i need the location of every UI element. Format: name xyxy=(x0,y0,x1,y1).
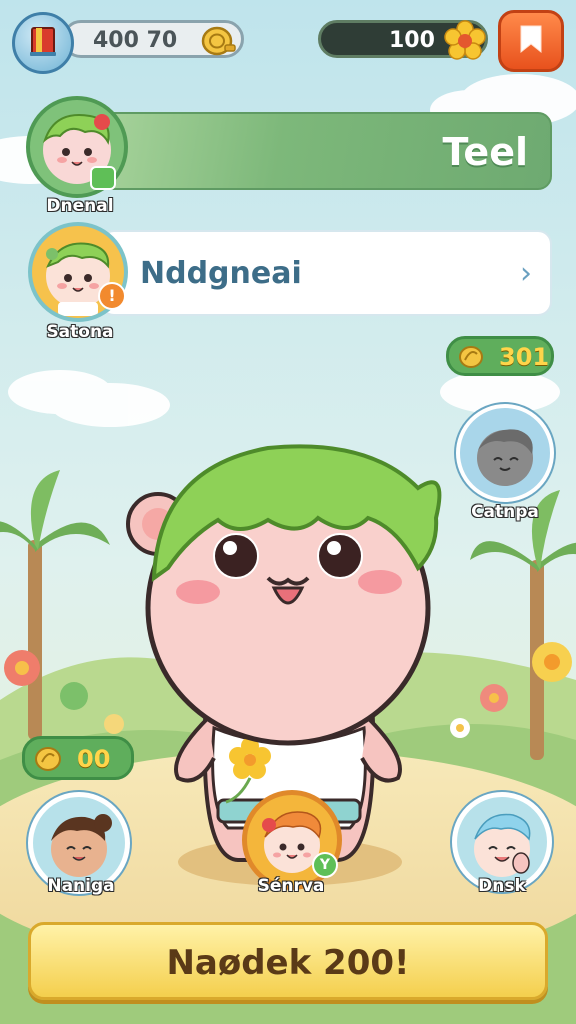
seed-icon xyxy=(457,344,485,374)
flower-counter: 100 xyxy=(318,20,488,60)
game-screen: 400 70 100 Teel Dnenal Nddgneai › ! Sato… xyxy=(0,0,576,1024)
coin-counter: 400 70 xyxy=(62,20,244,58)
profile-shield-button[interactable] xyxy=(12,12,74,74)
character-name-naniga: Naniga xyxy=(47,876,115,896)
friend-row-1[interactable]: Teel xyxy=(100,112,552,190)
character-avatar-catnpa[interactable] xyxy=(456,404,554,502)
friend-row-2[interactable]: Nddgneai › xyxy=(100,230,552,316)
flag-icon xyxy=(26,24,60,62)
top-bar: 400 70 100 xyxy=(0,0,576,80)
coin-icon xyxy=(199,25,237,61)
bookmark-button[interactable] xyxy=(498,10,564,72)
friend-row-1-title: Teel xyxy=(442,130,528,174)
friend-badge-1 xyxy=(90,166,116,190)
character-name-dnsk: Dnsk xyxy=(478,876,526,896)
seed-counter-top: 301 xyxy=(446,336,554,376)
check-badge-icon: Y xyxy=(312,852,338,878)
flower-count: 100 xyxy=(389,28,435,53)
character-name-catnpa: Catnpa xyxy=(471,502,539,522)
cta-button-label: Naødek 200! xyxy=(166,943,410,983)
bookmark-icon xyxy=(517,22,545,60)
seed-count-bottom: 00 xyxy=(77,745,111,773)
friend-row-2-title: Nddgneai xyxy=(140,256,302,291)
seed-icon xyxy=(33,745,63,777)
character-name-senrva: Sénrva xyxy=(257,876,325,896)
seed-counter-bottom: 00 xyxy=(22,736,134,780)
friend-name-2: Satona xyxy=(46,322,114,342)
seed-count-top: 301 xyxy=(499,343,550,371)
alert-icon: ! xyxy=(98,282,126,310)
flower-icon xyxy=(443,19,487,67)
coin-count: 400 70 xyxy=(93,28,178,53)
cta-button[interactable]: Naødek 200! xyxy=(28,922,548,1000)
friend-name-1: Dnenal xyxy=(46,196,114,216)
chevron-right-icon: › xyxy=(520,256,532,291)
